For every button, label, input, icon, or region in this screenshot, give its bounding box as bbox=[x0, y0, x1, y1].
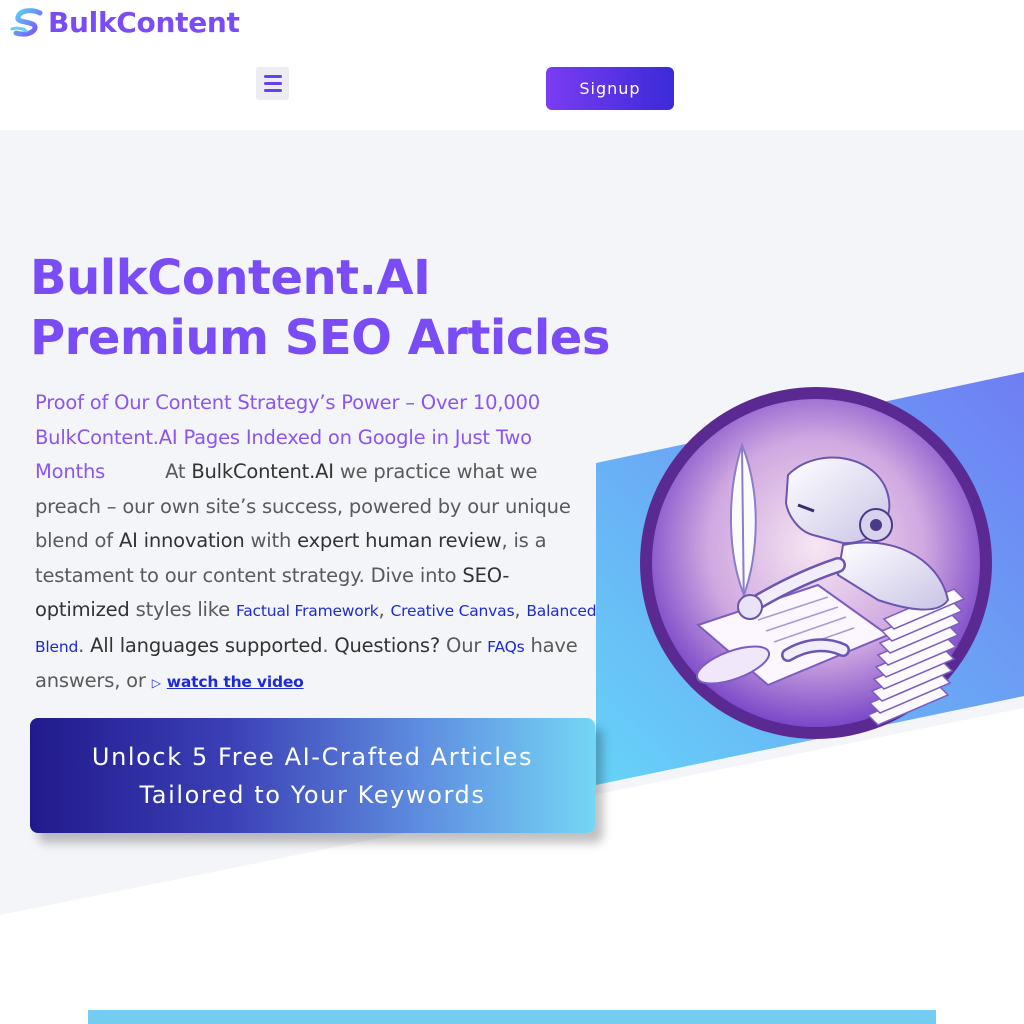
hero-description: Proof of Our Content Strategy’s Power – … bbox=[35, 391, 597, 692]
title-line-1: BulkContent.AI bbox=[30, 250, 431, 306]
robot-writer-illustration bbox=[640, 387, 992, 739]
logo-link[interactable]: BulkContent bbox=[10, 6, 240, 39]
hamburger-menu-button[interactable] bbox=[256, 67, 289, 100]
creative-canvas-link[interactable]: Creative Canvas bbox=[391, 602, 515, 620]
free-articles-cta-button[interactable]: Unlock 5 Free AI-Crafted Articles Tailor… bbox=[30, 718, 595, 833]
cta-line-1: Unlock 5 Free AI-Crafted Articles bbox=[91, 742, 534, 771]
swirl-logo-icon bbox=[10, 7, 43, 36]
page-title: BulkContent.AI Premium SEO Articles bbox=[30, 248, 610, 368]
faqs-link[interactable]: FAQs bbox=[487, 638, 525, 656]
title-line-2: Premium SEO Articles bbox=[30, 310, 610, 366]
section-divider-bar bbox=[88, 1010, 936, 1024]
watch-video-link[interactable]: watch the video bbox=[167, 673, 304, 691]
hamburger-menu-icon bbox=[263, 75, 282, 78]
factual-framework-link[interactable]: Factual Framework bbox=[236, 602, 379, 620]
video-icon: ▷ bbox=[151, 676, 161, 690]
logo-text: BulkContent bbox=[48, 6, 240, 39]
signup-button[interactable]: Signup bbox=[546, 67, 674, 110]
site-header: BulkContent Signup bbox=[0, 0, 1024, 130]
cta-line-2: Tailored to Your Keywords bbox=[139, 780, 486, 809]
